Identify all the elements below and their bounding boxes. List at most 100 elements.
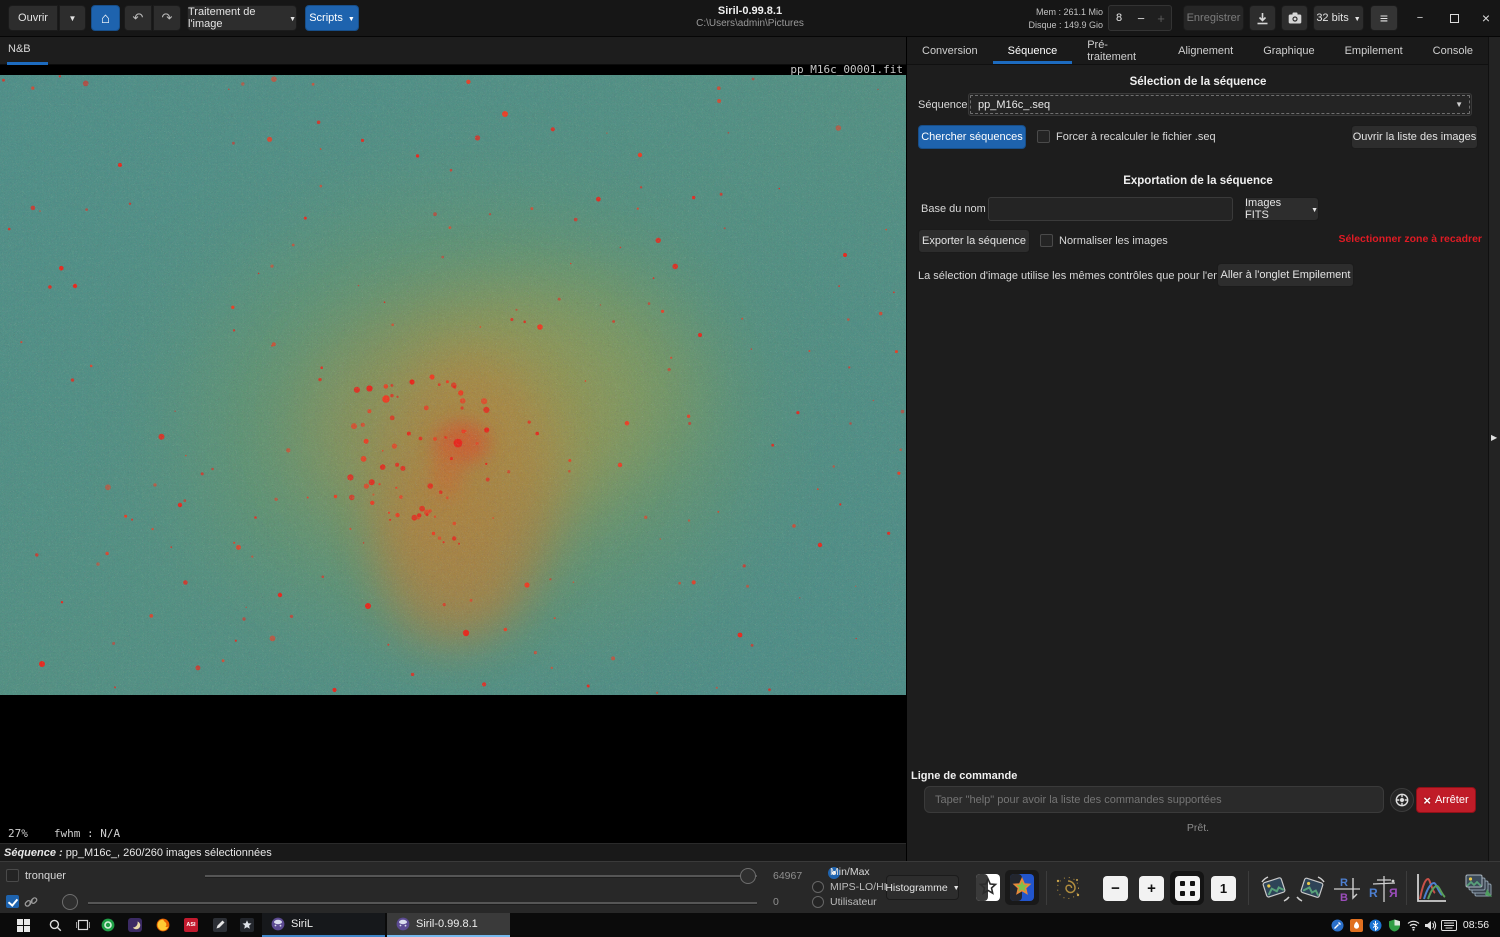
start-button[interactable] xyxy=(8,913,38,937)
hi-slider-handle[interactable] xyxy=(740,868,756,884)
open-dropdown-button[interactable]: ▼ xyxy=(59,5,86,31)
tray-utility-icon[interactable] xyxy=(1328,913,1347,937)
command-input[interactable] xyxy=(924,786,1384,813)
goto-stacking-tab-button[interactable]: Aller à l'onglet Empilement xyxy=(1217,263,1354,287)
flip-horizontal-button[interactable]: RЯ xyxy=(1367,874,1401,907)
taskbar-app-green[interactable] xyxy=(96,913,120,937)
tray-network-icon[interactable] xyxy=(1404,913,1422,937)
resources-info: Mem : 261.1 Mio Disque : 149.9 Gio xyxy=(1018,6,1103,32)
select-crop-area-label[interactable]: Sélectionner zone à recadrer xyxy=(1337,233,1482,245)
zoom-out-button[interactable]: − xyxy=(1103,876,1128,901)
image-list-button[interactable] xyxy=(1459,871,1497,908)
bit-depth-button[interactable]: 32 bits▼ xyxy=(1313,5,1364,31)
display-mode-dropdown[interactable]: Histogramme▼ xyxy=(886,875,959,900)
rotate-left-icon xyxy=(1258,874,1291,904)
truncate-checkbox[interactable] xyxy=(6,869,19,882)
taskbar-window-siril-dialog[interactable]: SiriL xyxy=(262,913,385,937)
spinner-plus-button[interactable]: + xyxy=(1151,11,1171,26)
taskbar-asi-app[interactable]: ASI xyxy=(179,913,203,937)
zoom-one-button[interactable]: 1 xyxy=(1211,876,1236,901)
astrometry-button[interactable] xyxy=(1053,874,1083,902)
taskbar-editor-app[interactable] xyxy=(208,913,232,937)
rotate-right-icon xyxy=(1295,874,1328,904)
export-format-button[interactable]: Images FITS▼ xyxy=(1244,197,1319,221)
lo-slider-handle[interactable] xyxy=(62,894,78,910)
svg-text:R: R xyxy=(1340,877,1348,889)
window-close-button[interactable]: × xyxy=(1472,5,1500,31)
tab-pretraitement[interactable]: Pré-traitement xyxy=(1072,37,1163,64)
task-view-button[interactable] xyxy=(70,913,96,937)
window-restore-button[interactable] xyxy=(1440,5,1468,31)
rotate-left-button[interactable] xyxy=(1258,874,1291,907)
sequence-status-label: Séquence : xyxy=(4,847,63,859)
open-image-list-button[interactable]: Ouvrir la liste des images xyxy=(1351,125,1478,149)
undo-button[interactable]: ↶ xyxy=(124,5,152,31)
separator xyxy=(1406,871,1407,905)
command-help-button[interactable] xyxy=(1390,788,1414,812)
taskbar-window-siril-main[interactable]: Siril-0.99.8.1 xyxy=(387,913,510,937)
taskbar-star-app[interactable] xyxy=(235,913,259,937)
radio-mips[interactable] xyxy=(812,881,824,893)
hi-slider-track[interactable] xyxy=(205,875,757,878)
home-icon: ⌂ xyxy=(101,10,110,27)
separator xyxy=(1046,871,1047,905)
sequence-combobox-value: pp_M16c_.seq xyxy=(969,99,1455,111)
tab-empilement[interactable]: Empilement xyxy=(1330,37,1418,64)
taskbar-search-button[interactable] xyxy=(42,913,68,937)
fwhm-status: fwhm : N/A xyxy=(54,827,120,840)
tab-conversion[interactable]: Conversion xyxy=(907,37,993,64)
negative-star-icon xyxy=(974,873,1002,902)
force-recalc-checkbox[interactable] xyxy=(1037,130,1050,143)
redo-button[interactable]: ↷ xyxy=(153,5,181,31)
snapshot-button[interactable] xyxy=(1281,5,1308,31)
histogram-button[interactable] xyxy=(1414,872,1449,907)
tab-sequence[interactable]: Séquence xyxy=(993,37,1073,64)
image-canvas[interactable]: pp_M16c_00001.fit 27%fwhm : N/A xyxy=(0,65,906,843)
tray-defender-icon[interactable] xyxy=(1385,913,1404,937)
home-button[interactable]: ⌂ xyxy=(91,5,120,31)
search-sequences-button[interactable]: Chercher séquences xyxy=(918,125,1026,149)
export-sequence-button[interactable]: Exporter la séquence xyxy=(918,229,1030,253)
tab-console[interactable]: Console xyxy=(1418,37,1488,64)
open-button[interactable]: Ouvrir xyxy=(8,5,58,31)
main-menu-button[interactable]: ≡ xyxy=(1370,5,1398,31)
negative-view-toggle[interactable] xyxy=(974,873,1002,902)
processing-tab-bar: Conversion Séquence Pré-traitement Align… xyxy=(907,37,1488,65)
taskbar-app-moon[interactable] xyxy=(123,913,147,937)
chevron-down-icon: ▼ xyxy=(1455,100,1471,109)
taskbar-window-label: Siril-0.99.8.1 xyxy=(416,918,478,930)
tray-orange-icon[interactable] xyxy=(1347,913,1366,937)
radio-user[interactable] xyxy=(812,896,824,908)
image-processing-menu-button[interactable]: Traitement de l'image▼ xyxy=(187,5,297,31)
zoom-in-button[interactable]: + xyxy=(1139,876,1164,901)
panel-expand-strip[interactable]: ▶ xyxy=(1488,37,1500,861)
rotate-right-button[interactable] xyxy=(1295,874,1328,907)
astro-image xyxy=(0,75,906,695)
link-sliders-checkbox[interactable] xyxy=(6,895,19,908)
save-as-button[interactable] xyxy=(1249,5,1276,31)
chevron-down-icon: ▼ xyxy=(348,16,355,23)
tray-bluetooth-icon[interactable] xyxy=(1366,913,1385,937)
flip-vertical-button[interactable]: RB xyxy=(1331,874,1363,907)
tray-keyboard-icon[interactable] xyxy=(1438,913,1460,937)
tab-alignement[interactable]: Alignement xyxy=(1163,37,1248,64)
basename-input[interactable] xyxy=(988,197,1233,221)
flip-vertical-icon: RB xyxy=(1331,874,1363,904)
image-number-spinner[interactable]: 8 − + xyxy=(1108,5,1172,31)
save-button[interactable]: Enregistrer xyxy=(1183,5,1244,31)
false-color-toggle[interactable] xyxy=(1005,870,1039,905)
scripts-menu-button[interactable]: Scripts▼ xyxy=(305,5,359,31)
spinner-minus-button[interactable]: − xyxy=(1131,11,1151,26)
window-minimize-button[interactable]: − xyxy=(1406,5,1434,31)
tab-graphique[interactable]: Graphique xyxy=(1248,37,1329,64)
zoom-fit-button[interactable] xyxy=(1170,871,1204,905)
lo-slider-track[interactable] xyxy=(88,902,757,905)
taskbar-clock[interactable]: 08:56 xyxy=(1458,913,1494,937)
stop-button[interactable]: × Arrêter xyxy=(1416,787,1476,813)
taskbar-firefox[interactable] xyxy=(151,913,175,937)
normalize-checkbox[interactable] xyxy=(1040,234,1053,247)
moon-app-icon xyxy=(128,918,142,932)
sequence-combobox[interactable]: pp_M16c_.seq ▼ xyxy=(968,93,1472,116)
stop-x-icon: × xyxy=(1423,793,1431,808)
tab-nb[interactable]: N&B xyxy=(8,43,31,55)
